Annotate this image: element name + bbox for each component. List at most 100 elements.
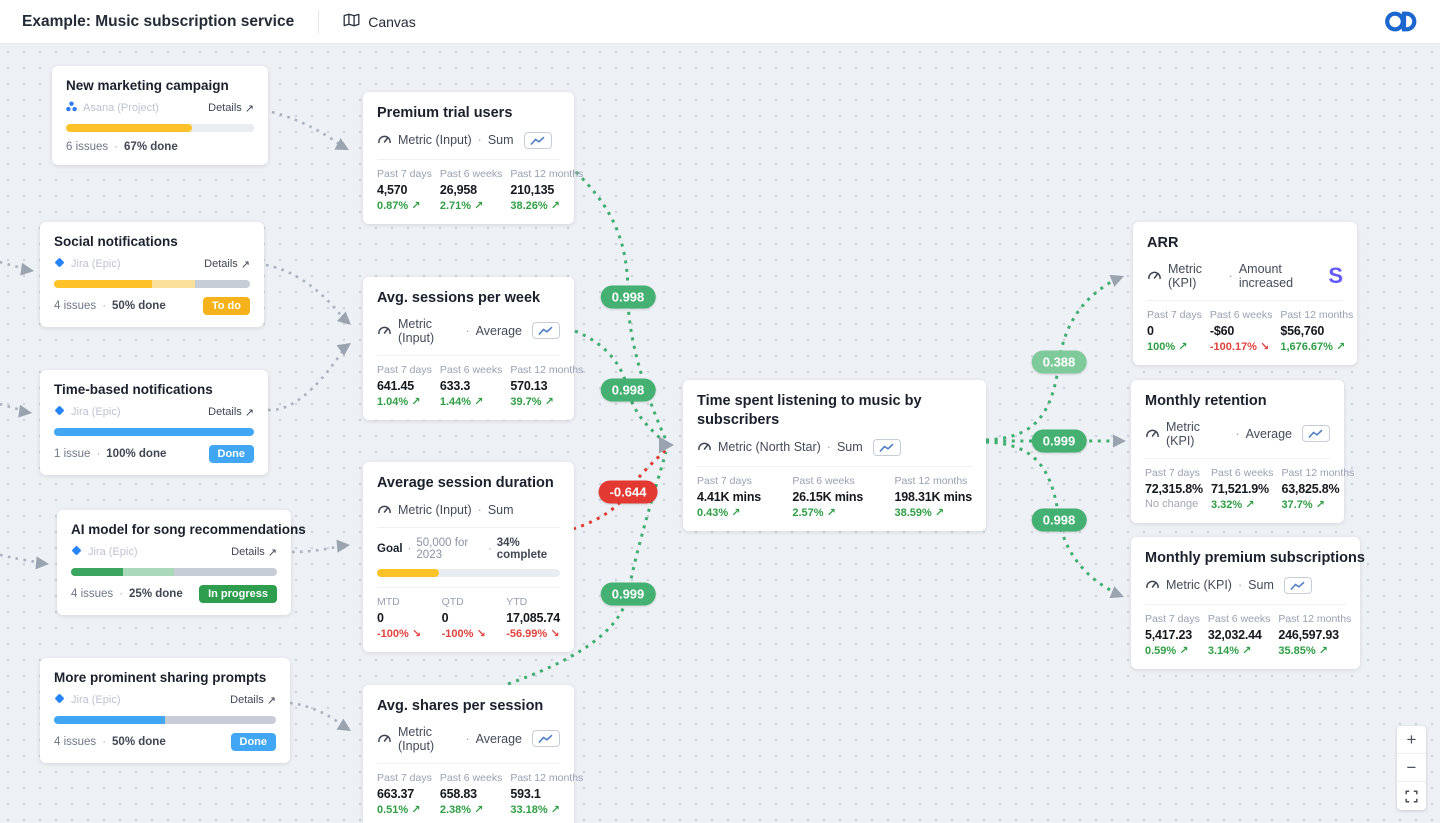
correlation-badge[interactable]: 0.998 bbox=[601, 379, 656, 402]
metric-card-arr[interactable]: ARR Metric (KPI) · Amount increased S Pa… bbox=[1133, 222, 1357, 365]
done-percent: 100% done bbox=[106, 448, 166, 460]
page-title: Example: Music subscription service bbox=[22, 13, 294, 31]
stat-past-12-months: Past 12 months246,597.9335.85% ↗ bbox=[1278, 613, 1351, 657]
correlation-badge[interactable]: 0.388 bbox=[1032, 351, 1087, 374]
stat-past-12-months: Past 12 months198.31K mins38.59% ↗ bbox=[894, 475, 972, 519]
metric-card-average-session-duration[interactable]: Average session duration Metric (Input) … bbox=[363, 462, 574, 652]
issues-count: 4 issues bbox=[71, 588, 113, 600]
progress-bar bbox=[66, 124, 254, 132]
chart-icon[interactable] bbox=[873, 439, 901, 456]
header-divider bbox=[318, 10, 319, 34]
metric-gauge-icon bbox=[377, 502, 392, 518]
issues-count: 6 issues bbox=[66, 141, 108, 153]
project-card-social-notifications[interactable]: Social notifications Jira (Epic) Details… bbox=[40, 222, 264, 327]
stat-past-12-months: Past 12 months$56,7601,676.67% ↗ bbox=[1280, 309, 1353, 353]
stat-past-6-weeks: Past 6 weeks-$60-100.17% ↘ bbox=[1210, 309, 1272, 353]
details-link[interactable]: Details↗ bbox=[231, 546, 277, 559]
metric-gauge-icon bbox=[1147, 268, 1162, 284]
goal-row: Goal · 50,000 for 2023 · 34% complete bbox=[377, 527, 560, 561]
details-link[interactable]: Details↗ bbox=[208, 406, 254, 419]
external-link-icon: ↗ bbox=[241, 258, 250, 271]
details-link[interactable]: Details↗ bbox=[208, 102, 254, 115]
project-card-time-based-notifications[interactable]: Time-based notifications Jira (Epic) Det… bbox=[40, 370, 268, 475]
done-percent: 50% done bbox=[112, 300, 166, 312]
correlation-badge[interactable]: 0.998 bbox=[601, 286, 656, 309]
progress-bar bbox=[54, 280, 250, 288]
top-bar: Example: Music subscription service Canv… bbox=[0, 0, 1440, 44]
stat-past-6-weeks: Past 6 weeks32,032.443.14% ↗ bbox=[1208, 613, 1270, 657]
metric-title: Average session duration bbox=[377, 474, 560, 493]
project-title: More prominent sharing prompts bbox=[54, 670, 276, 685]
correlation-badge[interactable]: 0.999 bbox=[1032, 430, 1087, 453]
status-badge: In progress bbox=[199, 585, 277, 603]
stat-past-6-weeks: Past 6 weeks26.15K mins2.57% ↗ bbox=[792, 475, 863, 519]
stat-past-12-months: Past 12 months570.1339.7% ↗ bbox=[510, 364, 583, 408]
map-icon bbox=[343, 13, 360, 30]
correlation-badge[interactable]: 0.999 bbox=[601, 583, 656, 606]
metric-type: Metric (Input) bbox=[398, 133, 472, 147]
chart-icon[interactable] bbox=[524, 132, 552, 149]
fullscreen-button[interactable] bbox=[1397, 782, 1426, 810]
metric-aggregation: Sum bbox=[1248, 578, 1274, 592]
goal-progress-bar bbox=[377, 569, 560, 577]
metric-aggregation: Average bbox=[1246, 427, 1292, 441]
project-card-ai-model[interactable]: AI model for song recommendations Jira (… bbox=[57, 510, 291, 615]
strategy-canvas[interactable]: New marketing campaign Asana (Project) D… bbox=[0, 44, 1440, 823]
chart-icon[interactable] bbox=[532, 322, 560, 339]
jira-icon bbox=[54, 405, 65, 419]
source-label: Jira (Epic) bbox=[71, 258, 121, 270]
progress-bar bbox=[71, 568, 277, 576]
correlation-badge[interactable]: -0.644 bbox=[599, 481, 658, 504]
stat-past-7-days: Past 7 days4,5700.87% ↗ bbox=[377, 168, 432, 212]
external-link-icon: ↗ bbox=[267, 694, 276, 707]
done-percent: 67% done bbox=[124, 141, 178, 153]
goal-complete: 34% complete bbox=[497, 537, 560, 561]
metric-type: Metric (North Star) bbox=[718, 440, 821, 454]
metric-card-monthly-premium-subscriptions[interactable]: Monthly premium subscriptions Metric (KP… bbox=[1131, 537, 1360, 669]
stripe-logo: S bbox=[1328, 265, 1343, 287]
metric-aggregation: Amount increased bbox=[1239, 262, 1322, 290]
details-link[interactable]: Details↗ bbox=[204, 258, 250, 271]
metric-card-avg-shares-per-session[interactable]: Avg. shares per session Metric (Input) ·… bbox=[363, 685, 574, 823]
source-label: Jira (Epic) bbox=[71, 406, 121, 418]
metric-title: ARR bbox=[1147, 234, 1343, 253]
zoom-in-button[interactable]: + bbox=[1397, 726, 1426, 754]
done-percent: 50% done bbox=[112, 736, 166, 748]
chart-icon[interactable] bbox=[1284, 577, 1312, 594]
metric-card-premium-trial-users[interactable]: Premium trial users Metric (Input) · Sum… bbox=[363, 92, 574, 224]
project-title: New marketing campaign bbox=[66, 78, 254, 93]
metric-card-time-spent-listening[interactable]: Time spent listening to music by subscri… bbox=[683, 380, 986, 531]
metric-title: Avg. sessions per week bbox=[377, 289, 560, 308]
metric-title: Time spent listening to music by subscri… bbox=[697, 392, 972, 430]
jira-icon bbox=[71, 545, 82, 559]
details-link[interactable]: Details↗ bbox=[230, 694, 276, 707]
metric-aggregation: Average bbox=[476, 732, 522, 746]
metric-title: Premium trial users bbox=[377, 104, 560, 123]
stat-past-7-days: Past 7 days4.41K mins0.43% ↗ bbox=[697, 475, 761, 519]
stat-ytd: YTD17,085.74-56.99% ↘ bbox=[506, 596, 560, 640]
zoom-out-button[interactable]: − bbox=[1397, 754, 1426, 782]
project-title: AI model for song recommendations bbox=[71, 522, 277, 537]
project-card-new-marketing-campaign[interactable]: New marketing campaign Asana (Project) D… bbox=[52, 66, 268, 165]
metric-card-monthly-retention[interactable]: Monthly retention Metric (KPI) · Average… bbox=[1131, 380, 1344, 523]
source-label: Jira (Epic) bbox=[71, 694, 121, 706]
project-card-sharing-prompts[interactable]: More prominent sharing prompts Jira (Epi… bbox=[40, 658, 290, 763]
issues-count: 4 issues bbox=[54, 300, 96, 312]
chart-icon[interactable] bbox=[532, 730, 560, 747]
metric-type: Metric (KPI) bbox=[1168, 262, 1223, 290]
stat-past-6-weeks: Past 6 weeks658.832.38% ↗ bbox=[440, 772, 502, 816]
nav-canvas-tab[interactable]: Canvas bbox=[343, 13, 415, 30]
stat-past-6-weeks: Past 6 weeks633.31.44% ↗ bbox=[440, 364, 502, 408]
doubleloop-logo[interactable] bbox=[1384, 8, 1418, 35]
correlation-badge[interactable]: 0.998 bbox=[1032, 509, 1087, 532]
metric-aggregation: Sum bbox=[488, 503, 514, 517]
jira-icon bbox=[54, 257, 65, 271]
source-label: Jira (Epic) bbox=[88, 546, 138, 558]
stat-qtd: QTD0-100% ↘ bbox=[442, 596, 486, 640]
stat-past-6-weeks: Past 6 weeks26,9582.71% ↗ bbox=[440, 168, 502, 212]
issues-count: 4 issues bbox=[54, 736, 96, 748]
done-percent: 25% done bbox=[129, 588, 183, 600]
chart-icon[interactable] bbox=[1302, 425, 1330, 442]
metric-card-avg-sessions-per-week[interactable]: Avg. sessions per week Metric (Input) · … bbox=[363, 277, 574, 420]
asana-icon bbox=[66, 101, 77, 115]
